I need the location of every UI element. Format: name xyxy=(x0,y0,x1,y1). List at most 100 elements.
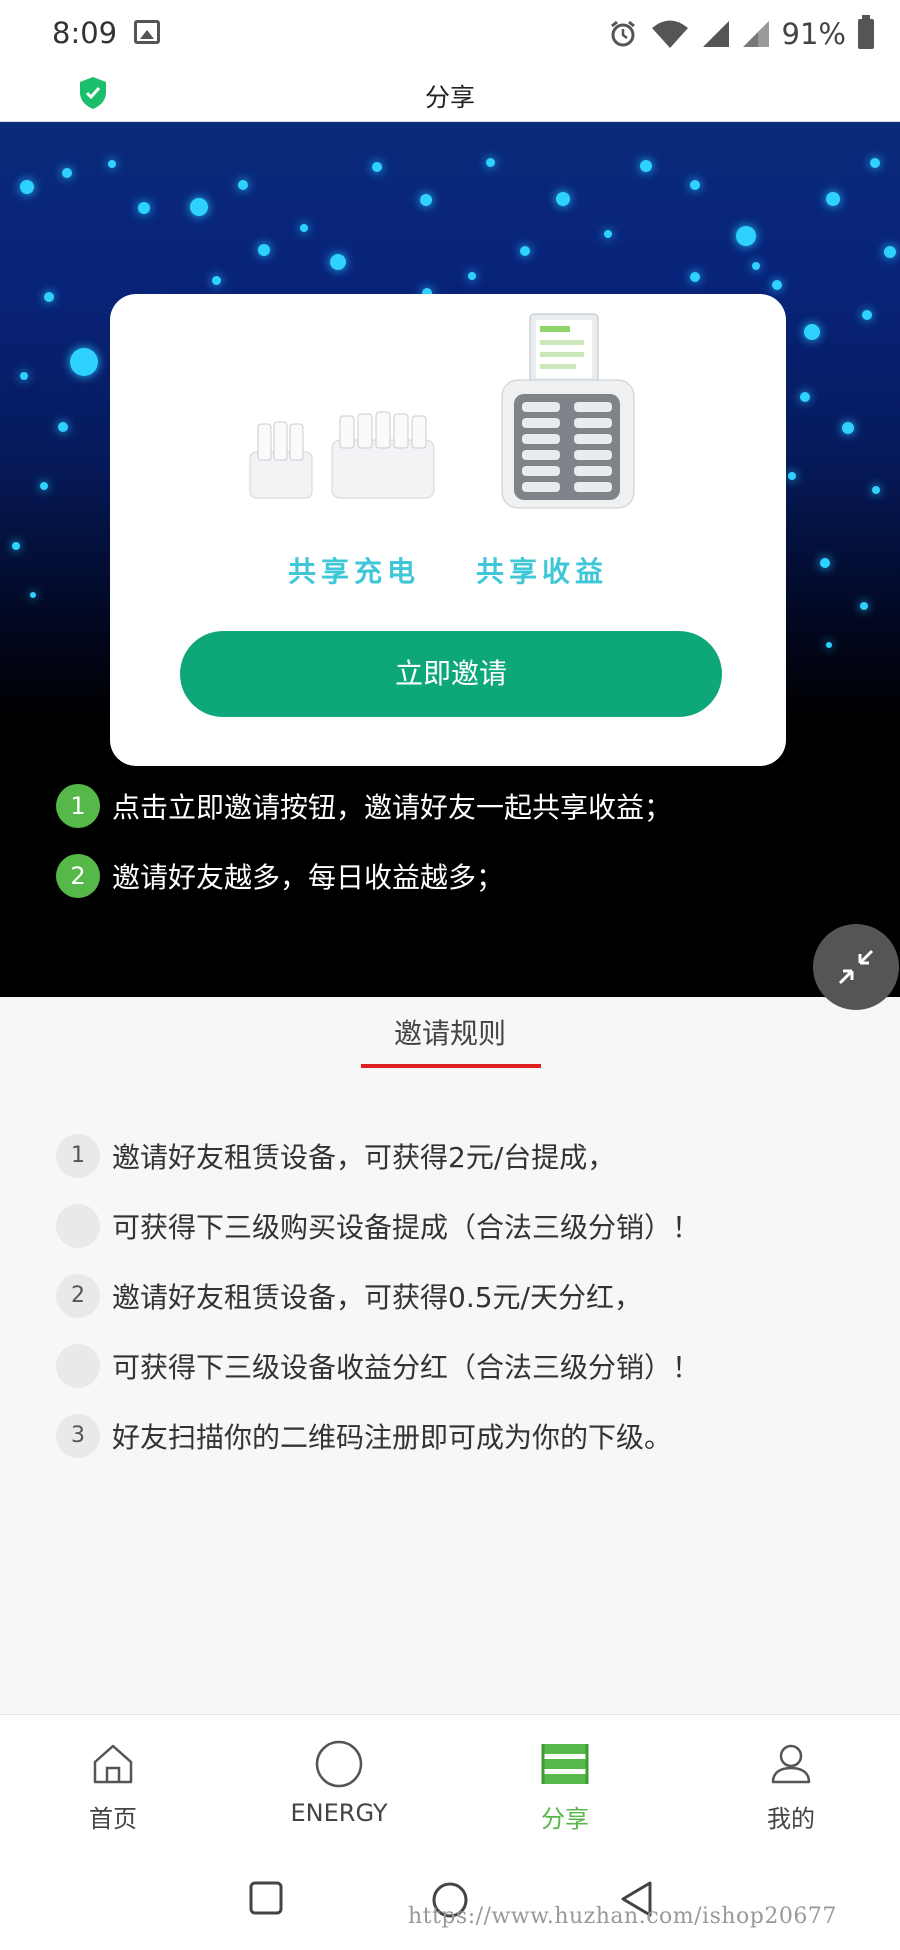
step-text: 邀请好友越多，每日收益越多； xyxy=(112,861,505,894)
star-dot xyxy=(70,348,98,376)
star-dot xyxy=(640,160,652,172)
nav-label: ENERGY xyxy=(290,1799,388,1827)
star-dot xyxy=(820,558,830,568)
nav-item-energy[interactable]: ENERGY xyxy=(254,1737,424,1827)
star-dot xyxy=(804,324,820,340)
rule-number-badge xyxy=(56,1204,100,1248)
rule-text: 好友扫描你的二维码注册即可成为你的下级。 xyxy=(112,1421,673,1454)
star-dot xyxy=(884,246,896,258)
star-dot xyxy=(420,194,432,206)
rule-item: 3 好友扫描你的二维码注册即可成为你的下级。 xyxy=(56,1414,672,1458)
rule-number-badge xyxy=(56,1344,100,1388)
star-dot xyxy=(190,198,208,216)
star-dot xyxy=(44,292,54,302)
star-dot xyxy=(690,180,700,190)
star-dot xyxy=(872,486,880,494)
signal-icon xyxy=(742,21,769,47)
rule-text: 可获得下三级设备收益分红（合法三级分销）！ xyxy=(112,1351,701,1384)
star-dot xyxy=(604,230,612,238)
title-bar: 分享 xyxy=(0,68,900,122)
person-icon xyxy=(764,1737,818,1791)
invite-now-button[interactable]: 立即邀请 xyxy=(180,631,722,717)
rule-number-badge: 2 xyxy=(56,1274,100,1318)
star-dot xyxy=(826,192,840,206)
star-dot xyxy=(108,160,116,168)
rule-item: 2 邀请好友租赁设备，可获得0.5元/天分红， xyxy=(56,1274,642,1318)
circle-icon xyxy=(312,1737,366,1791)
battery-percent: 91% xyxy=(781,17,846,51)
step-text: 点击立即邀请按钮，邀请好友一起共享收益； xyxy=(112,791,673,824)
star-dot xyxy=(860,602,868,610)
bottom-navigation: 首页 ENERGY 分享 我的 xyxy=(0,1714,900,1850)
step-number-badge: 2 xyxy=(56,854,100,898)
rule-item: 可获得下三级设备收益分红（合法三级分销）！ xyxy=(56,1344,700,1388)
star-dot xyxy=(788,472,796,480)
star-dot xyxy=(30,592,36,598)
rule-item: 可获得下三级购买设备提成（合法三级分销）！ xyxy=(56,1204,700,1248)
star-dot xyxy=(40,482,48,490)
star-dot xyxy=(20,180,34,194)
status-time: 8:09 xyxy=(52,16,118,50)
star-dot xyxy=(800,392,810,402)
star-dot xyxy=(772,280,782,290)
rule-text: 邀请好友租赁设备，可获得0.5元/天分红， xyxy=(112,1281,642,1314)
star-dot xyxy=(752,262,760,270)
tab-invite-rules[interactable]: 邀请规则 xyxy=(0,1012,900,1052)
status-bar: 8:09 91% xyxy=(0,0,900,68)
nav-item-home[interactable]: 首页 xyxy=(28,1737,198,1834)
rule-number-badge: 3 xyxy=(56,1414,100,1458)
collapse-button[interactable] xyxy=(813,924,899,1010)
step-number-badge: 1 xyxy=(56,784,100,828)
rule-text: 可获得下三级购买设备提成（合法三级分销）！ xyxy=(112,1211,701,1244)
invite-card: 共享充电 共享收益 立即邀请 xyxy=(110,294,786,766)
star-dot xyxy=(212,276,221,285)
nav-label: 首页 xyxy=(89,1805,137,1833)
star-dot xyxy=(468,272,476,280)
star-dot xyxy=(826,642,832,648)
step-1: 1 点击立即邀请按钮，邀请好友一起共享收益； xyxy=(56,784,672,828)
system-navigation-bar xyxy=(0,1850,900,1950)
hero-banner: 共享充电 共享收益 立即邀请 1 点击立即邀请按钮，邀请好友一起共享收益； 2 … xyxy=(0,122,900,997)
nav-item-mine[interactable]: 我的 xyxy=(706,1737,876,1834)
star-dot xyxy=(12,542,20,550)
image-icon xyxy=(134,20,160,44)
star-dot xyxy=(62,168,72,178)
star-dot xyxy=(486,158,495,167)
star-dot xyxy=(258,244,270,256)
alarm-icon xyxy=(610,20,635,47)
star-dot xyxy=(330,254,346,270)
tab-underline xyxy=(361,1064,541,1068)
star-dot xyxy=(862,310,872,320)
slogans: 共享充电 共享收益 xyxy=(110,550,786,590)
star-dot xyxy=(20,372,28,380)
wifi-icon xyxy=(651,20,688,48)
charging-devices-image xyxy=(249,313,635,509)
star-dot xyxy=(58,422,68,432)
star-dot xyxy=(556,192,570,206)
nav-item-share[interactable]: 分享 xyxy=(480,1737,650,1834)
collapse-arrows-icon xyxy=(838,949,874,985)
star-dot xyxy=(842,422,854,434)
star-dot xyxy=(690,272,700,282)
star-dot xyxy=(138,202,150,214)
watermark-text: https://www.huzhan.com/ishop20677 xyxy=(408,1904,837,1929)
star-dot xyxy=(300,224,308,232)
nav-label: 分享 xyxy=(541,1805,589,1833)
star-dot xyxy=(238,180,248,190)
rule-number-badge: 1 xyxy=(56,1134,100,1178)
slogan-shared-charging: 共享充电 xyxy=(287,555,420,588)
star-dot xyxy=(736,226,756,246)
home-icon xyxy=(86,1737,140,1791)
nav-label: 我的 xyxy=(767,1805,815,1833)
star-dot xyxy=(372,162,382,172)
recents-square-icon[interactable] xyxy=(248,1880,284,1916)
star-dot xyxy=(520,246,530,256)
share-stack-icon xyxy=(538,1737,592,1791)
signal-icon xyxy=(702,21,729,47)
step-2: 2 邀请好友越多，每日收益越多； xyxy=(56,854,504,898)
rule-text: 邀请好友租赁设备，可获得2元/台提成， xyxy=(112,1141,616,1174)
slogan-shared-earnings: 共享收益 xyxy=(476,555,609,588)
battery-icon xyxy=(858,15,874,49)
star-dot xyxy=(870,158,880,168)
status-icons: 91% xyxy=(608,14,874,54)
